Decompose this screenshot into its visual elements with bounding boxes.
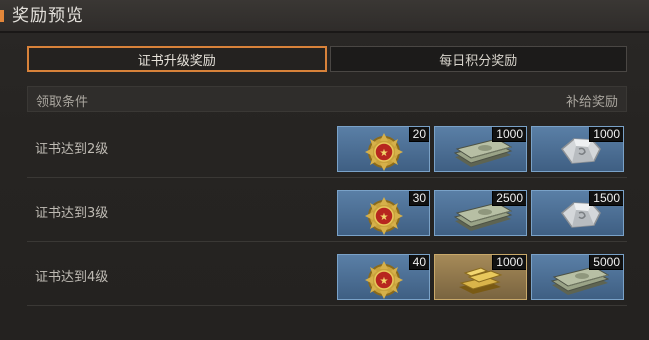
reward-count: 1000 — [492, 255, 526, 270]
reward-row: 证书达到4级 ★ 40 1000 5000 — [27, 246, 627, 306]
tab-daily-points[interactable]: 每日积分奖励 — [329, 46, 627, 72]
header-divider — [0, 31, 649, 33]
reward-item-silver[interactable]: 1000 — [531, 126, 624, 172]
row-rewards: ★ 40 1000 5000 — [337, 254, 624, 300]
row-condition: 证书达到3级 — [35, 206, 109, 221]
row-condition: 证书达到2级 — [35, 142, 109, 157]
reward-item-gold[interactable]: 1000 — [434, 254, 527, 300]
reward-item-medal[interactable]: ★ 20 — [337, 126, 430, 172]
reward-row: 证书达到2级 ★ 20 1000 1000 — [27, 118, 627, 178]
reward-count: 1500 — [589, 191, 623, 206]
header-accent-bar — [0, 10, 4, 22]
row-divider — [27, 241, 627, 242]
reward-preview-panel: 奖励预览 证书升级奖励 每日积分奖励 领取条件 补给奖励 证书达到2级 ★ 20… — [0, 0, 649, 340]
panel-header: 奖励预览 — [0, 0, 649, 33]
row-divider — [27, 177, 627, 178]
reward-item-silver[interactable]: 1500 — [531, 190, 624, 236]
reward-count: 1000 — [589, 127, 623, 142]
column-condition-label: 领取条件 — [36, 95, 89, 110]
reward-item-cash[interactable]: 5000 — [531, 254, 624, 300]
page-title: 奖励预览 — [12, 6, 84, 26]
tab-certificate-upgrade[interactable]: 证书升级奖励 — [27, 46, 327, 72]
reward-item-medal[interactable]: ★ 40 — [337, 254, 430, 300]
svg-text:★: ★ — [380, 212, 389, 223]
column-header: 领取条件 补给奖励 — [27, 86, 627, 112]
reward-count: 2500 — [492, 191, 526, 206]
svg-text:★: ★ — [380, 276, 389, 287]
column-reward-label: 补给奖励 — [565, 95, 618, 110]
reward-count: 1000 — [492, 127, 526, 142]
reward-tabs: 证书升级奖励 每日积分奖励 — [27, 46, 627, 72]
reward-count: 40 — [408, 255, 429, 270]
reward-row: 证书达到3级 ★ 30 2500 1500 — [27, 182, 627, 242]
row-condition: 证书达到4级 — [35, 270, 109, 285]
row-rewards: ★ 30 2500 1500 — [337, 190, 624, 236]
reward-item-medal[interactable]: ★ 30 — [337, 190, 430, 236]
reward-count: 30 — [408, 191, 429, 206]
reward-item-cash[interactable]: 1000 — [434, 126, 527, 172]
reward-item-cash[interactable]: 2500 — [434, 190, 527, 236]
row-divider — [27, 305, 627, 306]
row-rewards: ★ 20 1000 1000 — [337, 126, 624, 172]
reward-count: 5000 — [589, 255, 623, 270]
svg-text:★: ★ — [380, 148, 389, 159]
reward-count: 20 — [408, 127, 429, 142]
